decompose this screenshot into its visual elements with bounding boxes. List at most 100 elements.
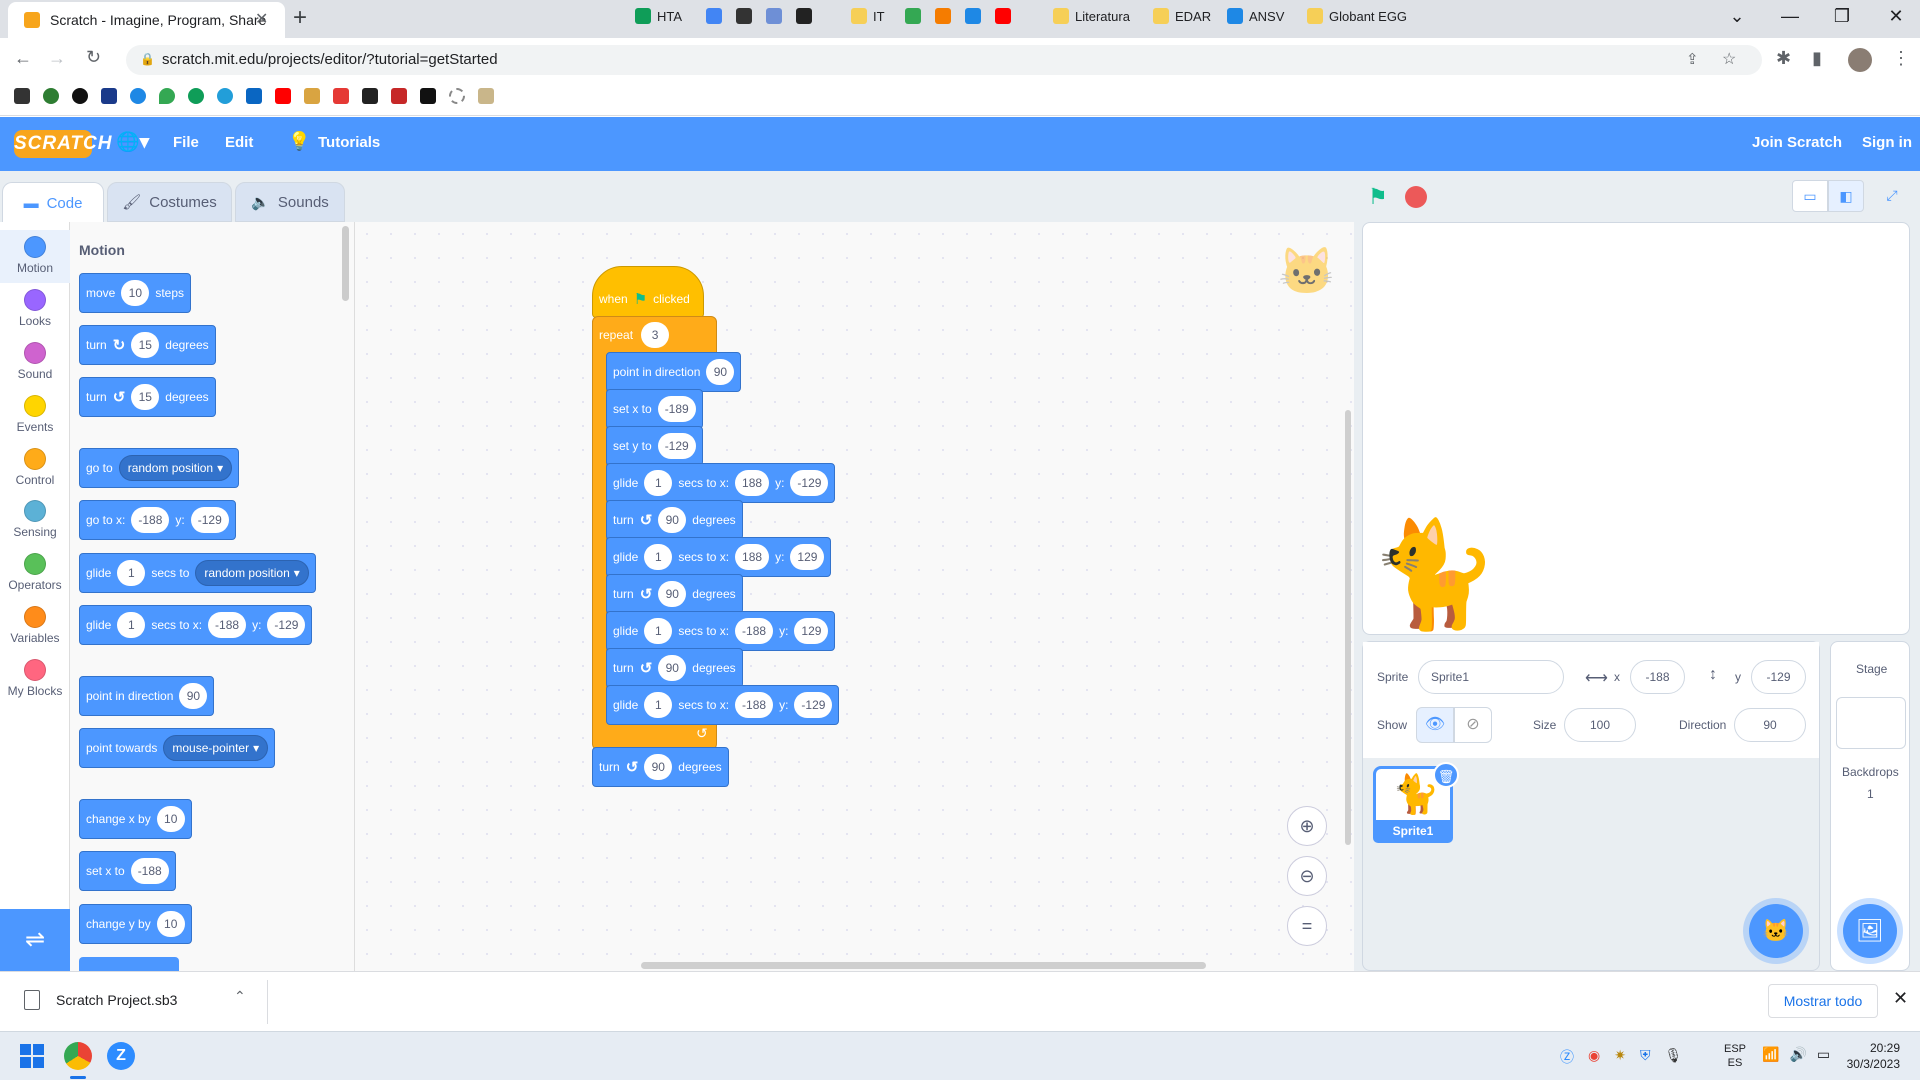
bookmark-icon[interactable] bbox=[420, 88, 436, 104]
zoom-reset-icon[interactable]: = bbox=[1287, 906, 1327, 946]
add-extension-icon[interactable]: ⇌ bbox=[0, 909, 70, 971]
youtube-icon[interactable] bbox=[275, 88, 291, 104]
choose-sprite-icon[interactable]: 🐱 bbox=[1749, 904, 1803, 958]
show-all-button[interactable]: Mostrar todo bbox=[1768, 984, 1878, 1018]
script-set-x[interactable]: set x to -189 bbox=[606, 389, 703, 429]
palette-block-turn-left[interactable]: turn ↺ 15 degrees bbox=[79, 377, 216, 417]
chevron-up-icon[interactable]: ⌃ bbox=[234, 988, 246, 1005]
bookmark-icon[interactable] bbox=[72, 88, 88, 104]
zoom-out-icon[interactable]: ⊖ bbox=[1287, 856, 1327, 896]
fullscreen-icon[interactable]: ⤢ bbox=[1874, 180, 1910, 212]
cat-sprite-icon[interactable]: 🐈 bbox=[1369, 515, 1499, 636]
menu-tutorials[interactable]: Tutorials bbox=[318, 134, 380, 151]
script-turn-2[interactable]: turn ↺ 90 degrees bbox=[606, 574, 743, 614]
bookmark-ansv[interactable]: ANSV bbox=[1227, 8, 1284, 24]
script-glide-3[interactable]: glide 1 secs to x: -188 y: 129 bbox=[606, 611, 836, 651]
maximize-icon[interactable]: ❐ bbox=[1822, 6, 1862, 27]
bookmark-icon[interactable] bbox=[362, 88, 378, 104]
normal-stage-icon[interactable]: ◧ bbox=[1828, 180, 1864, 212]
minimize-icon[interactable]: — bbox=[1770, 6, 1810, 27]
script-glide-1[interactable]: glide 1 secs to x: 188 y: -129 bbox=[606, 463, 836, 503]
x-field[interactable]: -188 bbox=[1630, 660, 1685, 694]
bookmark-globant-egg[interactable]: Globant EGG bbox=[1307, 8, 1407, 24]
language-indicator[interactable]: ESP ES bbox=[1724, 1042, 1746, 1070]
script-glide-4[interactable]: glide 1 secs to x: -188 y: -129 bbox=[606, 685, 840, 725]
bookmark-literatura[interactable]: Literatura bbox=[1053, 8, 1130, 24]
linkedin-icon[interactable] bbox=[246, 88, 262, 104]
profile-avatar[interactable] bbox=[1848, 48, 1872, 72]
palette-block-point-direction[interactable]: point in direction 90 bbox=[79, 676, 215, 716]
address-bar[interactable]: 🔒 scratch.mit.edu/projects/editor/?tutor… bbox=[126, 45, 1762, 75]
backdrop-thumbnail[interactable] bbox=[1836, 697, 1906, 749]
palette-block-glide-xy[interactable]: glide 1 secs to x: -188 y: -129 bbox=[79, 605, 313, 645]
category-my-blocks[interactable]: My Blocks bbox=[0, 653, 70, 706]
palette-block-set-x[interactable]: set x to -188 bbox=[79, 851, 176, 891]
close-download-bar-icon[interactable]: ✕ bbox=[1893, 988, 1908, 1009]
reload-icon[interactable]: ↻ bbox=[86, 47, 101, 68]
script-vertical-scrollbar[interactable] bbox=[1345, 410, 1351, 845]
bookmark-icon[interactable] bbox=[304, 88, 320, 104]
sprite-name-field[interactable]: Sprite1 bbox=[1418, 660, 1564, 694]
script-area[interactable] bbox=[355, 222, 1354, 971]
category-motion[interactable]: Motion bbox=[0, 230, 70, 283]
join-scratch-link[interactable]: Join Scratch bbox=[1752, 134, 1842, 151]
category-events[interactable]: Events bbox=[0, 389, 70, 442]
new-tab-icon[interactable]: + bbox=[293, 4, 307, 32]
bookmark-star-icon[interactable]: ☆ bbox=[1722, 49, 1736, 69]
script-turn-after-loop[interactable]: turn ↺ 90 degrees bbox=[592, 747, 729, 787]
bookmark-icon[interactable] bbox=[217, 88, 233, 104]
language-globe-icon[interactable]: 🌐▾ bbox=[116, 130, 149, 154]
zoom-app-icon[interactable]: Z bbox=[107, 1042, 135, 1070]
download-file-name[interactable]: Scratch Project.sb3 bbox=[56, 992, 177, 1008]
forward-icon[interactable]: → bbox=[48, 48, 66, 69]
category-looks[interactable]: Looks bbox=[0, 283, 70, 336]
scratch-logo[interactable]: SCRATCH bbox=[14, 130, 111, 158]
bookmark-it[interactable]: IT bbox=[851, 8, 885, 24]
menu-file[interactable]: File bbox=[173, 134, 199, 151]
bookmark-icon[interactable] bbox=[14, 88, 30, 104]
browser-tab[interactable]: Scratch - Imagine, Program, Share ✕ bbox=[8, 2, 285, 38]
category-operators[interactable]: Operators bbox=[0, 547, 70, 600]
palette-block-change-y[interactable]: change y by 10 bbox=[79, 904, 192, 944]
palette-block-turn-right[interactable]: turn ↻ 15 degrees bbox=[79, 325, 216, 365]
palette-scrollbar[interactable] bbox=[342, 226, 349, 301]
bookmark-icon[interactable] bbox=[188, 88, 204, 104]
palette-block-go-to[interactable]: go to random position ▾ bbox=[79, 448, 240, 488]
category-variables[interactable]: Variables bbox=[0, 600, 70, 653]
chrome-menu-icon[interactable]: ⋮ bbox=[1892, 48, 1910, 69]
green-flag-run-icon[interactable]: ⚑ bbox=[1368, 184, 1388, 210]
bookmark-icon[interactable] bbox=[478, 88, 494, 104]
script-point-direction[interactable]: point in direction 90 bbox=[606, 352, 742, 392]
hide-eye-icon[interactable]: ⊘ bbox=[1454, 707, 1492, 743]
y-field[interactable]: -129 bbox=[1751, 660, 1806, 694]
chrome-taskbar-icon[interactable] bbox=[64, 1042, 92, 1070]
bookmark-icon[interactable] bbox=[101, 88, 117, 104]
show-visible-eye-icon[interactable]: 👁 bbox=[1416, 707, 1454, 743]
zoom-in-icon[interactable]: ⊕ bbox=[1287, 806, 1327, 846]
tab-sounds[interactable]: 🔈 Sounds bbox=[235, 182, 345, 222]
menu-edit[interactable]: Edit bbox=[225, 134, 253, 151]
script-glide-2[interactable]: glide 1 secs to x: 188 y: 129 bbox=[606, 537, 832, 577]
tab-search-icon[interactable]: ⌄ bbox=[1717, 6, 1757, 27]
bookmark-edar[interactable]: EDAR bbox=[1153, 8, 1211, 24]
microphone-icon[interactable]: 🎙 bbox=[1664, 1047, 1682, 1067]
palette-block-glide-random[interactable]: glide 1 secs to random position ▾ bbox=[79, 553, 316, 593]
size-field[interactable]: 100 bbox=[1564, 708, 1636, 742]
bookmark-icon[interactable] bbox=[43, 88, 59, 104]
script-set-y[interactable]: set y to -129 bbox=[606, 426, 703, 466]
palette-block-change-x[interactable]: change x by 10 bbox=[79, 799, 192, 839]
extensions-icon[interactable]: ✱ bbox=[1776, 48, 1791, 69]
stop-sign-icon[interactable] bbox=[1405, 186, 1427, 208]
tab-code[interactable]: ▬ Code bbox=[2, 182, 104, 223]
side-panel-icon[interactable]: ▮ bbox=[1812, 48, 1822, 69]
close-tab-icon[interactable]: ✕ bbox=[255, 9, 268, 29]
clock[interactable]: 20:29 30/3/2023 bbox=[1840, 1040, 1900, 1072]
windows-start-icon[interactable] bbox=[20, 1044, 44, 1068]
bookmark-icon[interactable] bbox=[391, 88, 407, 104]
bookmark-icon[interactable] bbox=[130, 88, 146, 104]
bookmark-icon[interactable] bbox=[159, 88, 175, 104]
small-stage-icon[interactable]: ▭ bbox=[1792, 180, 1828, 212]
category-control[interactable]: Control bbox=[0, 442, 70, 495]
script-horizontal-scrollbar[interactable] bbox=[641, 962, 1206, 969]
choose-backdrop-icon[interactable]: 🖼 bbox=[1843, 904, 1897, 958]
